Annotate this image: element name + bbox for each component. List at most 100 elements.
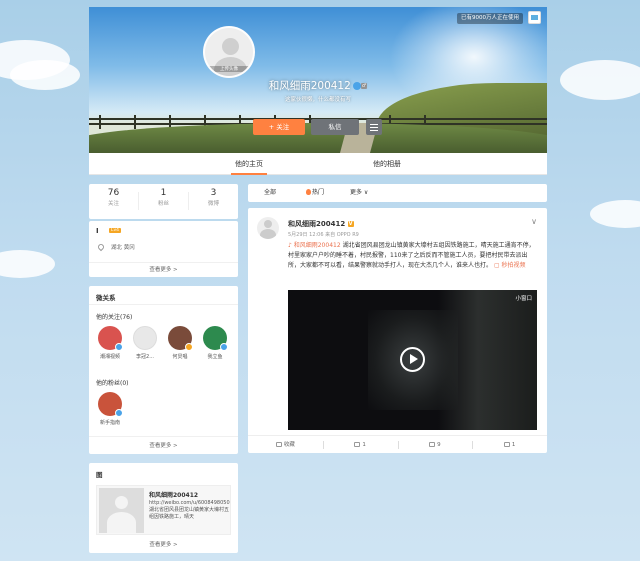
favorite-button[interactable]: 收藏 xyxy=(248,436,323,454)
post-author-text: 和风细雨200412 xyxy=(288,220,346,228)
repost-icon xyxy=(354,442,361,447)
tab-album[interactable]: 他的相册 xyxy=(373,153,401,175)
following-name: 潮湘视频 xyxy=(99,354,120,360)
cloud-decoration xyxy=(0,250,55,278)
cloud-decoration xyxy=(590,200,640,228)
relations-title: 微关系 xyxy=(96,294,116,302)
following-name: 何炅唱 xyxy=(172,354,188,360)
more-menu-button[interactable] xyxy=(366,119,382,135)
follow-button[interactable]: + 关注 xyxy=(253,119,305,135)
relations-card: 微关系 他的关注(76) 潮湘视频 李冠2... 何炅唱 我立鱼 他的粉丝(0)… xyxy=(89,286,238,454)
location-pin-icon xyxy=(96,242,106,252)
stat-following[interactable]: 76 关注 xyxy=(89,188,138,207)
stat-posts[interactable]: 3 微博 xyxy=(189,188,238,207)
avatar xyxy=(98,392,123,417)
avatar-head xyxy=(222,38,239,55)
following-avatar[interactable]: 潮湘视频 xyxy=(96,326,124,360)
following-avatar[interactable]: 何炅唱 xyxy=(166,326,194,360)
stat-label: 微博 xyxy=(207,201,219,207)
tab-hot-label: 热门 xyxy=(312,189,325,196)
photo-post-text: http://weibo.com/u/6008498050 湖北省团风县团龙山镇… xyxy=(149,500,230,520)
divider xyxy=(89,304,238,305)
comment-count: 9 xyxy=(437,442,441,448)
photos-card: 图 和风细雨200412 http://weibo.com/u/60084980… xyxy=(89,463,238,553)
divider xyxy=(89,436,238,437)
fire-icon xyxy=(306,189,311,195)
verified-icon xyxy=(115,343,123,351)
verified-icon xyxy=(220,343,228,351)
message-button[interactable]: 私信 xyxy=(311,119,359,135)
following-avatar[interactable]: 我立鱼 xyxy=(201,326,229,360)
level-badge[interactable]: Lv4 xyxy=(109,228,122,233)
cloud-decoration xyxy=(560,60,640,100)
profile-tabbar: 他的主页 他的相册 xyxy=(89,153,547,175)
tab-all[interactable]: 全部 xyxy=(264,184,276,202)
profile-avatar[interactable]: 上传头像 xyxy=(203,26,255,78)
tab-home[interactable]: 他的主页 xyxy=(231,153,267,175)
stat-fans[interactable]: 1 粉丝 xyxy=(139,188,188,207)
following-name: 李冠2... xyxy=(136,354,154,360)
template-icon[interactable] xyxy=(528,11,541,24)
mini-window-button[interactable]: 小窗口 xyxy=(515,294,532,302)
following-name: 我立鱼 xyxy=(207,354,223,360)
tab-more[interactable]: 更多 ∨ xyxy=(350,184,368,202)
post-meta: 5月29日 12:06 来自 OPPO R9 xyxy=(288,232,359,238)
like-count: 1 xyxy=(511,442,516,448)
fans-label[interactable]: 他的粉丝(0) xyxy=(96,378,129,387)
photo-thumbnail xyxy=(99,488,144,533)
post-actions: 收藏 1 9 1 xyxy=(248,435,547,453)
photos-more-link[interactable]: 查看更多 > xyxy=(89,540,238,548)
video-link[interactable]: ▢ 秒拍视频 xyxy=(494,262,526,269)
menu-line xyxy=(370,127,378,128)
fan-name: 新手指南 xyxy=(99,420,120,426)
chevron-down-icon[interactable]: ∨ xyxy=(531,217,537,226)
avatar-caption: 上传头像 xyxy=(205,66,253,72)
stat-num: 76 xyxy=(107,188,120,198)
level-icon: V xyxy=(347,221,354,227)
post-author-name[interactable]: 和风细雨200412 V xyxy=(288,219,354,229)
play-icon[interactable] xyxy=(400,347,425,372)
like-button[interactable]: 1 xyxy=(472,436,547,454)
video-link-label: 秒拍视频 xyxy=(501,262,526,269)
repost-button[interactable]: 1 xyxy=(323,436,398,454)
profile-name: 和风细雨200412 ♂ xyxy=(89,78,547,93)
user-count-badge[interactable]: 已有9000万人正在使用 xyxy=(457,13,523,24)
comment-button[interactable]: 9 xyxy=(398,436,473,454)
stats-card: 76 关注 1 粉丝 3 微博 xyxy=(89,184,238,219)
divider xyxy=(89,262,238,263)
placeholder-body xyxy=(107,512,136,533)
relations-more-link[interactable]: 查看更多 > xyxy=(89,441,238,449)
following-label[interactable]: 他的关注(76) xyxy=(96,312,132,321)
favorite-label: 收藏 xyxy=(283,442,295,448)
profile-name-text: 和风细雨200412 xyxy=(268,80,351,92)
info-title: I xyxy=(96,227,99,235)
video-player[interactable]: 小窗口 xyxy=(288,290,537,430)
verified-icon xyxy=(185,343,193,351)
info-more-link[interactable]: 查看更多 > xyxy=(89,265,238,273)
gender-icon: ♂ xyxy=(360,83,368,89)
stat-label: 关注 xyxy=(107,201,119,207)
thumbs-up-icon xyxy=(503,442,510,447)
photo-post-preview[interactable]: 和风细雨200412 http://weibo.com/u/6008498050… xyxy=(96,485,231,535)
location-text: 湖北 黄冈 xyxy=(111,245,135,251)
menu-line xyxy=(370,124,378,125)
fan-avatar[interactable]: 新手指南 xyxy=(96,392,124,426)
following-avatar[interactable]: 李冠2... xyxy=(131,326,159,360)
post-author-avatar[interactable] xyxy=(257,217,279,239)
feed-post: 和风细雨200412 V 5月29日 12:06 来自 OPPO R9 ∨ ♪ … xyxy=(248,208,547,453)
photos-title: 图 xyxy=(96,471,103,479)
menu-line xyxy=(370,130,378,131)
avatar xyxy=(168,326,193,351)
avatar xyxy=(98,326,123,351)
avatar xyxy=(133,326,157,350)
tab-hot[interactable]: 热门 xyxy=(306,184,324,202)
post-tag[interactable]: ♪ 和风细雨200412 xyxy=(288,242,341,249)
verified-icon xyxy=(115,409,123,417)
placeholder-body xyxy=(260,229,276,239)
stat-num: 3 xyxy=(210,188,217,198)
repost-count: 1 xyxy=(362,442,366,448)
cloud-decoration xyxy=(10,60,80,90)
info-card: I Lv4 湖北 黄冈 查看更多 > xyxy=(89,221,238,277)
photo-post-title: 和风细雨200412 xyxy=(149,492,199,499)
comment-icon xyxy=(429,442,436,447)
